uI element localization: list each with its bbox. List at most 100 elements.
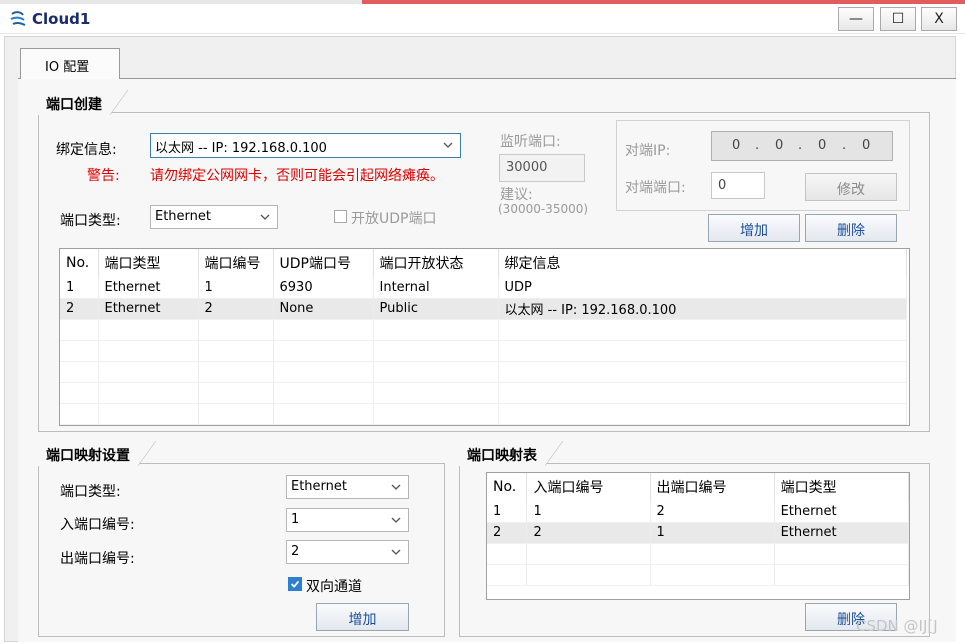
port-table-cell [60, 340, 99, 362]
port-table-row[interactable] [60, 361, 907, 383]
modify-button[interactable]: 修改 [805, 173, 897, 201]
port-table-cell [198, 361, 274, 383]
close-icon: X [934, 11, 944, 27]
mapping-table-cell: 1 [526, 501, 651, 523]
suggest-label: 建议: [500, 187, 533, 203]
port-table-cell [98, 403, 199, 425]
port-table-row[interactable] [60, 403, 907, 425]
mapping-table-cell [650, 543, 775, 565]
port-table-row[interactable] [60, 340, 907, 362]
chevron-down-icon [260, 214, 270, 220]
port-table-cell [373, 340, 499, 362]
map-port-type-value: Ethernet [291, 479, 347, 494]
port-table-cell: 2 [60, 298, 99, 320]
out-port-select[interactable]: 2 [286, 540, 409, 564]
watermark: CSDN @IJ[J [856, 617, 938, 635]
port-table-row[interactable] [60, 319, 907, 341]
port-table-header-cell[interactable]: 端口开放状态 [373, 249, 499, 277]
mapping-table-header-cell[interactable]: No. [487, 473, 528, 501]
bind-info-select[interactable]: 以太网 -- IP: 192.168.0.100 [150, 133, 461, 158]
listen-port-input[interactable]: 30000 [499, 154, 585, 182]
mapping-table-header-cell[interactable]: 端口类型 [774, 473, 909, 501]
port-table-cell [198, 340, 274, 362]
cloud-app-icon [10, 11, 26, 26]
chevron-down-icon [391, 484, 401, 490]
minimize-icon: — [849, 11, 863, 27]
mapping-table-row[interactable] [487, 564, 909, 586]
port-table-header-cell[interactable]: 端口编号 [198, 249, 274, 277]
port-table-row[interactable]: 1 Ethernet 1 6930 Internal UDP [60, 277, 907, 299]
port-table-cell [273, 382, 374, 404]
bidirectional-label: 双向通道 [306, 579, 362, 595]
port-table-cell: 6930 [273, 277, 374, 299]
port-table-cell [273, 319, 374, 341]
tab-io-config[interactable]: IO 配置 [20, 48, 120, 79]
mapping-table-cell [774, 543, 909, 565]
port-table[interactable]: No. 端口类型 端口编号 UDP端口号 端口开放状态 绑定信息 1 Ethernet 1 69… [59, 248, 910, 426]
mapping-table-cell: 2 [487, 522, 528, 544]
bidirectional-checkbox[interactable] [288, 577, 302, 591]
window-title: Cloud1 [32, 10, 91, 28]
out-port-label: 出端口编号: [60, 551, 135, 567]
port-table-header-cell[interactable]: 端口类型 [98, 249, 199, 277]
port-type-select[interactable]: Ethernet [150, 205, 278, 229]
mapping-table-cell [487, 543, 528, 565]
port-table-cell [498, 361, 907, 383]
close-button[interactable]: X [921, 7, 957, 31]
peer-ip-octet-3: 0 [818, 138, 827, 153]
suggest-range: (30000-35000) [498, 202, 589, 216]
peer-ip-octet-4: 0 [862, 138, 871, 153]
warning-text: 请勿绑定公网网卡，否则可能会引起网络瘫痪。 [150, 168, 444, 184]
port-table-cell [273, 361, 374, 383]
in-port-select[interactable]: 1 [286, 508, 409, 532]
port-table-header-cell[interactable]: UDP端口号 [273, 249, 374, 277]
title-bar: Cloud1 — ☐ X [0, 4, 965, 34]
minimize-button[interactable]: — [838, 7, 874, 31]
port-table-row[interactable]: 2 Ethernet 2 None Public 以太网 -- IP: 192.168.0… [60, 298, 907, 320]
port-table-row[interactable] [60, 382, 907, 404]
port-table-cell: 1 [198, 277, 274, 299]
mapping-table-row[interactable]: 1 1 2 Ethernet [487, 501, 909, 523]
port-table-cell [498, 340, 907, 362]
mapping-table-row[interactable] [487, 543, 909, 565]
peer-ip-input[interactable]: 0 . 0 . 0 . 0 [711, 131, 893, 161]
in-port-value: 1 [291, 512, 300, 527]
port-table-cell [373, 361, 499, 383]
warning-label: 警告: [87, 168, 120, 184]
peer-port-input[interactable]: 0 [711, 172, 765, 199]
mapping-table[interactable]: No. 入端口编号 出端口编号 端口类型 1 1 2 Ethernet 2 2 1 Ethernet [486, 472, 910, 600]
udp-port-checkbox[interactable] [334, 210, 347, 223]
port-table-header-cell[interactable]: 绑定信息 [498, 249, 907, 277]
map-port-type-select[interactable]: Ethernet [286, 475, 409, 499]
port-table-cell [98, 382, 199, 404]
port-table-cell [373, 319, 499, 341]
port-table-cell: 2 [198, 298, 274, 320]
mapping-table-cell: 1 [650, 522, 775, 544]
mapping-table-header: No. 入端口编号 出端口编号 端口类型 [487, 473, 909, 501]
add-port-button[interactable]: 增加 [708, 214, 800, 242]
port-table-header: No. 端口类型 端口编号 UDP端口号 端口开放状态 绑定信息 [60, 249, 907, 277]
port-map-settings-title: 端口映射设置 [38, 441, 156, 466]
port-table-header-cell[interactable]: No. [60, 249, 99, 277]
add-mapping-button[interactable]: 增加 [316, 603, 409, 631]
mapping-table-cell [487, 564, 528, 586]
maximize-button[interactable]: ☐ [880, 7, 916, 31]
port-type-label: 端口类型: [60, 213, 121, 229]
port-table-cell: Ethernet [98, 277, 199, 299]
mapping-table-row[interactable]: 2 2 1 Ethernet [487, 522, 909, 544]
peer-ip-octet-1: 0 [732, 138, 741, 153]
port-table-cell [60, 382, 99, 404]
delete-port-button[interactable]: 删除 [805, 214, 897, 242]
port-table-cell [373, 403, 499, 425]
mapping-table-header-cell[interactable]: 出端口编号 [650, 473, 775, 501]
chevron-down-icon [391, 549, 401, 555]
bind-info-value: 以太网 -- IP: 192.168.0.100 [155, 141, 327, 156]
port-table-cell [60, 403, 99, 425]
peer-ip-octet-2: 0 [775, 138, 784, 153]
chevron-down-icon [443, 142, 453, 148]
port-table-cell [60, 319, 99, 341]
port-table-cell [198, 403, 274, 425]
mapping-table-header-cell[interactable]: 入端口编号 [526, 473, 651, 501]
mapping-table-cell: Ethernet [774, 522, 909, 544]
port-table-cell: 1 [60, 277, 99, 299]
